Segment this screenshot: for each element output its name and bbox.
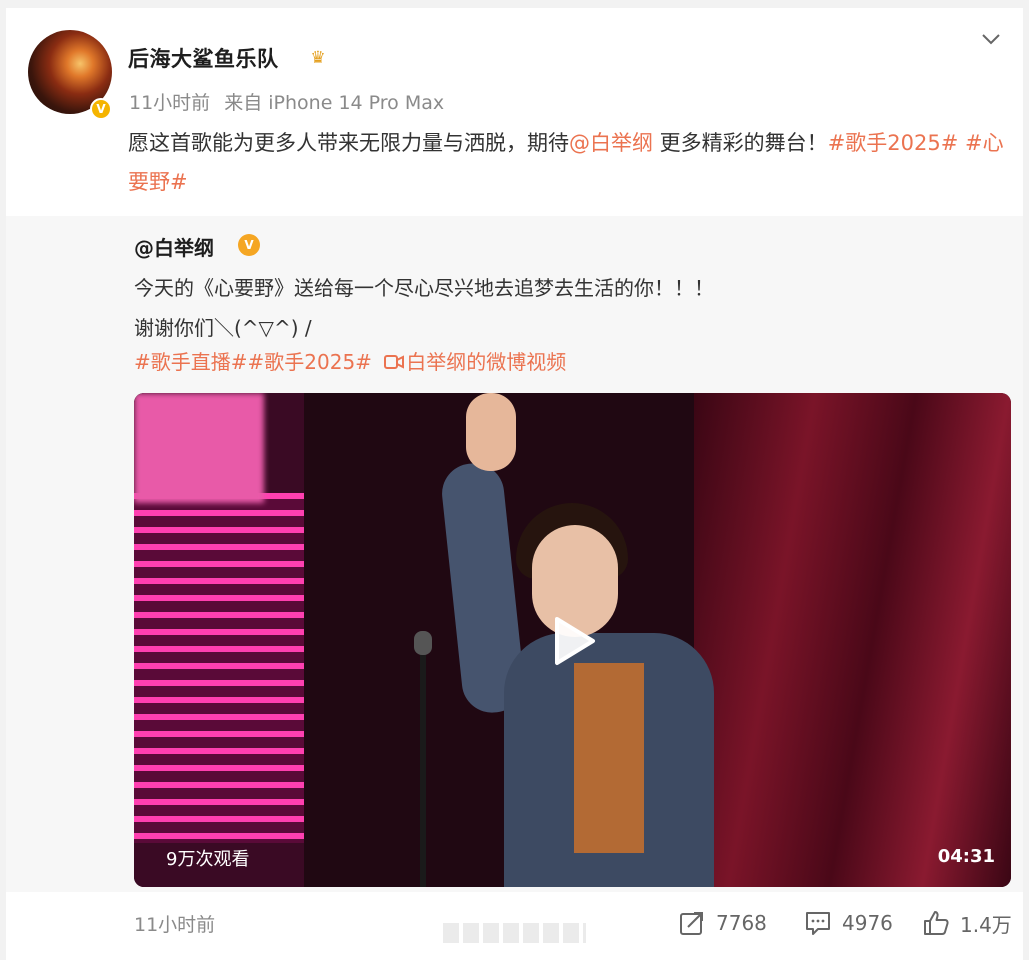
like-count: 1.4万 — [960, 912, 1012, 937]
video-duration: 04:31 — [937, 846, 995, 867]
like-button[interactable]: 1.4万 — [922, 906, 1012, 940]
singer-shirt — [574, 663, 644, 853]
video-views: 9万次观看 — [166, 849, 250, 870]
play-icon[interactable] — [543, 613, 599, 669]
like-icon — [924, 911, 949, 935]
footer-time[interactable]: 11小时前 — [134, 910, 215, 937]
comment-icon — [806, 912, 830, 935]
video-link[interactable]: 白举纲的微博视频 — [378, 350, 566, 374]
repost-block: @白举纲 V 今天的《心要野》送给每一个尽心尽兴地去追梦去生活的你！！！ 谢谢你… — [6, 216, 1023, 892]
author-name[interactable]: 后海大鲨鱼乐队 — [128, 43, 279, 73]
video-link-label: 白举纲的微博视频 — [406, 350, 567, 374]
singer-hand — [466, 393, 516, 471]
video-camera-icon — [384, 355, 405, 369]
post-time[interactable]: 11小时前 — [129, 92, 210, 114]
topic-links[interactable]: #歌手直播##歌手2025# — [134, 350, 372, 374]
microphone — [414, 631, 432, 655]
verified-badge-icon: V — [90, 98, 112, 120]
repost-author[interactable]: @白举纲 — [134, 232, 214, 261]
comment-count: 4976 — [842, 911, 893, 935]
post-text-before: 愿这首歌能为更多人带来无限力量与洒脱，期待 — [128, 131, 569, 155]
stage-curtain — [694, 393, 1011, 887]
mention-link[interactable]: @白举纲 — [569, 131, 653, 155]
post-meta: 11小时前 来自 iPhone 14 Pro Max — [129, 88, 444, 115]
repost-button[interactable]: 7768 — [678, 906, 767, 940]
repost-count: 7768 — [716, 911, 767, 935]
crown-icon: ♛ — [310, 48, 326, 68]
video-player[interactable]: 9万次观看 04:31 — [134, 393, 1011, 887]
comment-button[interactable]: 4976 — [804, 906, 893, 940]
verified-badge-icon: V — [238, 234, 260, 256]
stage-stripes — [134, 493, 304, 843]
watermark-dots — [443, 923, 586, 943]
repost-text-line1: 今天的《心要野》送给每一个尽心尽兴地去追梦去生活的你！！！ — [134, 276, 714, 300]
chevron-down-icon[interactable] — [980, 28, 1002, 50]
topic-link-singer-2025[interactable]: #歌手2025# — [828, 131, 959, 155]
post-source: 来自 iPhone 14 Pro Max — [224, 92, 445, 114]
stage-glow — [134, 393, 264, 503]
repost-tags: #歌手直播##歌手2025# 白举纲的微博视频 — [134, 346, 566, 375]
repost-text-line2: 谢谢你们＼(^▽^) / — [134, 316, 312, 340]
mic-stand — [420, 643, 426, 887]
repost-icon — [680, 912, 703, 935]
post-text: 愿这首歌能为更多人带来无限力量与洒脱，期待@白举纲 更多精彩的舞台！#歌手202… — [128, 124, 1008, 202]
post-text-after: 更多精彩的舞台！ — [653, 131, 828, 155]
